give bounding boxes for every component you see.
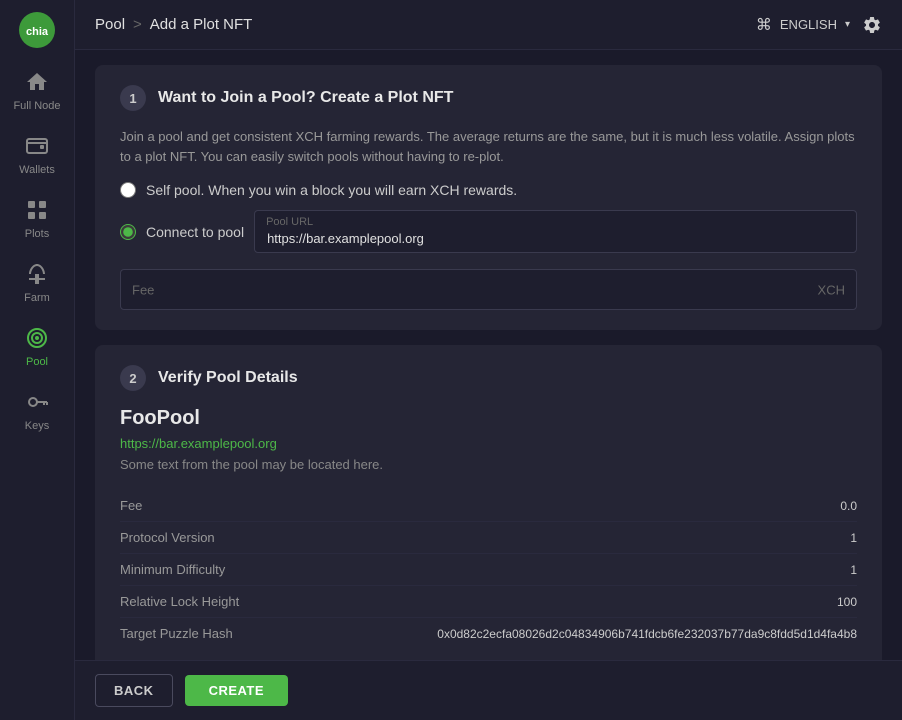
translate-icon: ⌘ bbox=[756, 15, 772, 35]
back-button[interactable]: BACK bbox=[95, 674, 173, 707]
radio-self-pool[interactable]: Self pool. When you win a block you will… bbox=[120, 182, 857, 198]
main-area: Pool > Add a Plot NFT ⌘ ENGLISH ▾ bbox=[75, 0, 902, 720]
step1-description: Join a pool and get consistent XCH farmi… bbox=[120, 127, 857, 166]
sidebar-item-full-node[interactable]: Full Node bbox=[0, 58, 74, 122]
pool-detail-row: Relative Lock Height 100 bbox=[120, 586, 857, 618]
pool-desc: Some text from the pool may be located h… bbox=[120, 457, 857, 472]
wallet-icon bbox=[23, 132, 51, 160]
sidebar-item-full-node-label: Full Node bbox=[13, 100, 60, 112]
keys-icon bbox=[23, 388, 51, 416]
pool-detail-label: Relative Lock Height bbox=[120, 586, 320, 618]
breadcrumb-page: Add a Plot NFT bbox=[150, 16, 253, 33]
gear-icon bbox=[862, 15, 882, 35]
pool-icon bbox=[23, 324, 51, 352]
pool-details-table: Fee 0.0 Protocol Version 1 Minimum Diffi… bbox=[120, 490, 857, 649]
step2-title-row: 2 Verify Pool Details bbox=[120, 365, 857, 391]
settings-button[interactable] bbox=[862, 15, 882, 35]
pool-detail-row: Fee 0.0 bbox=[120, 490, 857, 522]
radio-connect-pool-input[interactable] bbox=[120, 224, 136, 240]
pool-detail-value: 0x0d82c2ecfa08026d2c04834906b741fdcb6fe2… bbox=[320, 618, 857, 650]
breadcrumb-separator: > bbox=[133, 16, 142, 33]
pool-url-wrapper: Pool URL bbox=[254, 210, 857, 253]
step1-title: Want to Join a Pool? Create a Plot NFT bbox=[158, 89, 453, 107]
pool-detail-label: Protocol Version bbox=[120, 522, 320, 554]
svg-text:chia: chia bbox=[26, 26, 49, 38]
sidebar-item-farm[interactable]: Farm bbox=[0, 250, 74, 314]
pool-detail-value: 1 bbox=[320, 554, 857, 586]
sidebar-item-wallets[interactable]: Wallets bbox=[0, 122, 74, 186]
step1-badge: 1 bbox=[120, 85, 146, 111]
radio-connect-pool-label: Connect to pool bbox=[146, 224, 244, 240]
chevron-down-icon: ▾ bbox=[845, 19, 850, 30]
step2-card: 2 Verify Pool Details FooPool https://ba… bbox=[95, 345, 882, 660]
fee-row: Fee XCH bbox=[120, 269, 857, 310]
logo: chia bbox=[17, 10, 57, 50]
step1-card: 1 Want to Join a Pool? Create a Plot NFT… bbox=[95, 65, 882, 330]
step2-title: Verify Pool Details bbox=[158, 369, 298, 387]
breadcrumb: Pool > Add a Plot NFT bbox=[95, 16, 252, 33]
step1-title-row: 1 Want to Join a Pool? Create a Plot NFT bbox=[120, 85, 857, 111]
sidebar-item-pool[interactable]: Pool bbox=[0, 314, 74, 378]
language-label: ENGLISH bbox=[780, 17, 837, 32]
pool-detail-value: 100 bbox=[320, 586, 857, 618]
pool-detail-row: Protocol Version 1 bbox=[120, 522, 857, 554]
pool-detail-value: 0.0 bbox=[320, 490, 857, 522]
sidebar-item-pool-label: Pool bbox=[26, 356, 48, 368]
sidebar-item-keys[interactable]: Keys bbox=[0, 378, 74, 442]
radio-connect-pool[interactable]: Connect to pool bbox=[120, 224, 244, 240]
radio-self-pool-input[interactable] bbox=[120, 182, 136, 198]
create-button[interactable]: CREATE bbox=[185, 675, 288, 706]
pool-url-link[interactable]: https://bar.examplepool.org bbox=[120, 436, 857, 451]
radio-self-pool-label: Self pool. When you win a block you will… bbox=[146, 182, 517, 198]
home-icon bbox=[23, 68, 51, 96]
fee-suffix-label: XCH bbox=[818, 282, 845, 297]
pool-detail-row: Minimum Difficulty 1 bbox=[120, 554, 857, 586]
pool-detail-label: Minimum Difficulty bbox=[120, 554, 320, 586]
pool-url-input[interactable] bbox=[254, 210, 857, 253]
sidebar-item-wallets-label: Wallets bbox=[19, 164, 55, 176]
sidebar-item-farm-label: Farm bbox=[24, 292, 50, 304]
sidebar-item-plots[interactable]: Plots bbox=[0, 186, 74, 250]
farm-icon bbox=[23, 260, 51, 288]
content-area: 1 Want to Join a Pool? Create a Plot NFT… bbox=[75, 50, 902, 660]
footer: BACK CREATE bbox=[75, 660, 902, 720]
plots-icon bbox=[23, 196, 51, 224]
sidebar-item-plots-label: Plots bbox=[25, 228, 49, 240]
sidebar: chia Full Node Wallets bbox=[0, 0, 75, 720]
fee-input[interactable] bbox=[120, 269, 857, 310]
pool-detail-row: Target Puzzle Hash 0x0d82c2ecfa08026d2c0… bbox=[120, 618, 857, 650]
header-right: ⌘ ENGLISH ▾ bbox=[756, 15, 882, 35]
pool-detail-value: 1 bbox=[320, 522, 857, 554]
header: Pool > Add a Plot NFT ⌘ ENGLISH ▾ bbox=[75, 0, 902, 50]
sidebar-item-keys-label: Keys bbox=[25, 420, 49, 432]
pool-url-label: Pool URL bbox=[266, 216, 313, 228]
breadcrumb-root: Pool bbox=[95, 16, 125, 33]
step2-badge: 2 bbox=[120, 365, 146, 391]
connect-pool-row: Connect to pool Pool URL bbox=[120, 210, 857, 253]
pool-detail-label: Fee bbox=[120, 490, 320, 522]
language-selector[interactable]: ⌘ ENGLISH ▾ bbox=[756, 15, 850, 35]
radio-group: Self pool. When you win a block you will… bbox=[120, 182, 857, 253]
pool-detail-label: Target Puzzle Hash bbox=[120, 618, 320, 650]
pool-name: FooPool bbox=[120, 407, 857, 430]
